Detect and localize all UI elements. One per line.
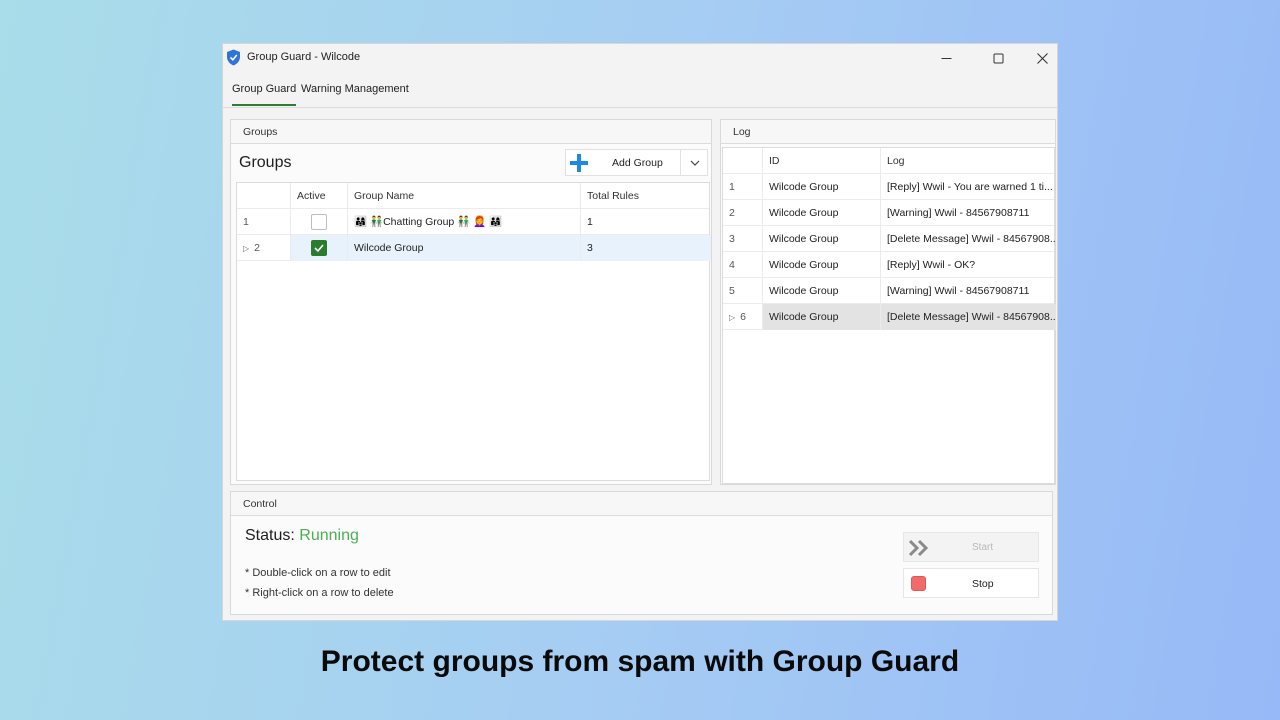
row-number: 2 [723,200,763,226]
row-number: 4 [723,252,763,278]
table-row[interactable]: 2 Wilcode Group [Warning] Wwil - 8456790… [723,200,1054,226]
log-id-cell: Wilcode Group [763,200,881,226]
column-log[interactable]: Log [881,148,1056,174]
maximize-icon [993,53,1003,63]
groups-table: Active Group Name Total Rules 1 👨‍👩‍👧 👬C… [236,182,711,481]
minimize-button[interactable] [923,44,969,72]
control-panel-header: Control [231,492,1052,516]
log-panel: Log ID Log 1 Wilcode Group [Reply] Wwil … [720,119,1056,485]
table-row[interactable]: 4 Wilcode Group [Reply] Wwil - OK? [723,252,1054,278]
group-name-cell: Wilcode Group [348,235,581,261]
log-table-header: ID Log [723,148,1054,174]
add-group-label: Add Group [612,157,663,169]
log-text-cell: [Reply] Wwil - OK? [887,259,976,271]
double-chevron-right-icon [908,539,929,557]
control-panel: Control Status: Running * Double-click o… [230,491,1053,615]
close-button[interactable] [1019,44,1065,72]
tab-bar: Group Guard Warning Management [223,78,1057,108]
column-total-rules[interactable]: Total Rules [581,183,711,209]
tab-warning-management[interactable]: Warning Management [301,83,409,104]
shield-icon [227,49,240,66]
hint-delete: * Right-click on a row to delete [245,587,394,599]
active-cell [291,235,348,261]
row-number-cell: ▷ 6 [723,304,763,330]
table-row[interactable]: 1 Wilcode Group [Reply] Wwil - You are w… [723,174,1054,200]
add-group-button[interactable]: Add Group [565,149,708,176]
groups-panel: Groups Groups Add Group Active Group Nam… [230,119,712,485]
log-text-cell: [Warning] Wwil - 84567908711 [887,207,1030,219]
start-button[interactable]: Start [903,532,1039,562]
groups-heading: Groups [239,154,292,171]
row-indicator-icon: ▷ [243,244,250,253]
table-row[interactable]: 3 Wilcode Group [Delete Message] Wwil - … [723,226,1056,252]
stop-icon [911,576,926,591]
row-number: 6 [740,311,746,323]
hint-edit: * Double-click on a row to edit [245,567,391,579]
row-number: 1 [723,174,763,200]
row-number: 2 [254,242,260,254]
status-line: Status: Running [245,527,359,545]
log-id-cell: Wilcode Group [763,252,881,278]
column-id[interactable]: ID [763,148,881,174]
table-row[interactable]: ▷ 2 Wilcode Group 3 [237,235,711,261]
groups-panel-title: Groups [243,126,278,138]
add-group-dropdown[interactable] [680,150,708,175]
log-id-cell: Wilcode Group [763,174,881,200]
header-corner [723,148,763,174]
table-row[interactable]: 5 Wilcode Group [Warning] Wwil - 8456790… [723,278,1054,304]
row-number: 5 [723,278,763,304]
tab-group-guard[interactable]: Group Guard [232,83,297,106]
groups-table-header: Active Group Name Total Rules [237,183,709,209]
promo-caption: Protect groups from spam with Group Guar… [320,645,960,678]
maximize-button[interactable] [975,44,1021,72]
active-cell [291,209,348,235]
log-id-cell: Wilcode Group [763,278,881,304]
start-label: Start [972,542,994,553]
total-rules-cell: 3 [581,235,711,261]
close-icon [1036,52,1048,64]
log-panel-title: Log [733,126,751,138]
row-number: 1 [237,209,291,235]
log-id-cell: Wilcode Group [763,304,881,330]
log-text-cell: [Delete Message] Wwil - 84567908... [887,233,1056,245]
status-value: Running [299,527,359,544]
title-bar: Group Guard - Wilcode [223,44,1057,72]
log-text-cell: [Reply] Wwil - You are warned 1 ti... [887,181,1053,193]
log-text-cell: [Warning] Wwil - 84567908711 [887,285,1030,297]
app-window: Group Guard - Wilcode Group Guard Warnin… [222,43,1058,621]
row-indicator-icon: ▷ [729,313,736,322]
log-text-cell: [Delete Message] Wwil - 84567908... [881,304,1056,330]
column-active[interactable]: Active [291,183,348,209]
log-id-cell: Wilcode Group [763,226,881,252]
log-table: ID Log 1 Wilcode Group [Reply] Wwil - Yo… [722,147,1056,484]
total-rules-cell: 1 [587,216,593,228]
plus-icon [570,154,588,172]
control-panel-title: Control [243,498,277,510]
table-row[interactable]: ▷ 6 Wilcode Group [Delete Message] Wwil -… [723,304,1056,330]
minimize-icon [941,57,951,59]
active-checkbox[interactable] [311,240,327,256]
stop-button[interactable]: Stop [903,568,1039,598]
table-row[interactable]: 1 👨‍👩‍👧 👬Chatting Group 👬 👩‍🦰 👨‍👩‍👧 1 [237,209,709,235]
window-title: Group Guard - Wilcode [247,51,361,63]
stop-label: Stop [972,578,994,590]
groups-panel-header: Groups [231,120,711,144]
chevron-down-icon [690,160,699,166]
column-group-name[interactable]: Group Name [348,183,581,209]
status-label: Status: [245,527,295,544]
log-panel-header: Log [721,120,1055,144]
row-number-cell: ▷ 2 [237,235,291,261]
checkmark-icon [314,244,324,253]
active-checkbox[interactable] [311,214,327,230]
group-name-cell: 👨‍👩‍👧 👬Chatting Group 👬 👩‍🦰 👨‍👩‍👧 [348,209,581,235]
header-corner [237,183,291,209]
row-number: 3 [723,226,763,252]
